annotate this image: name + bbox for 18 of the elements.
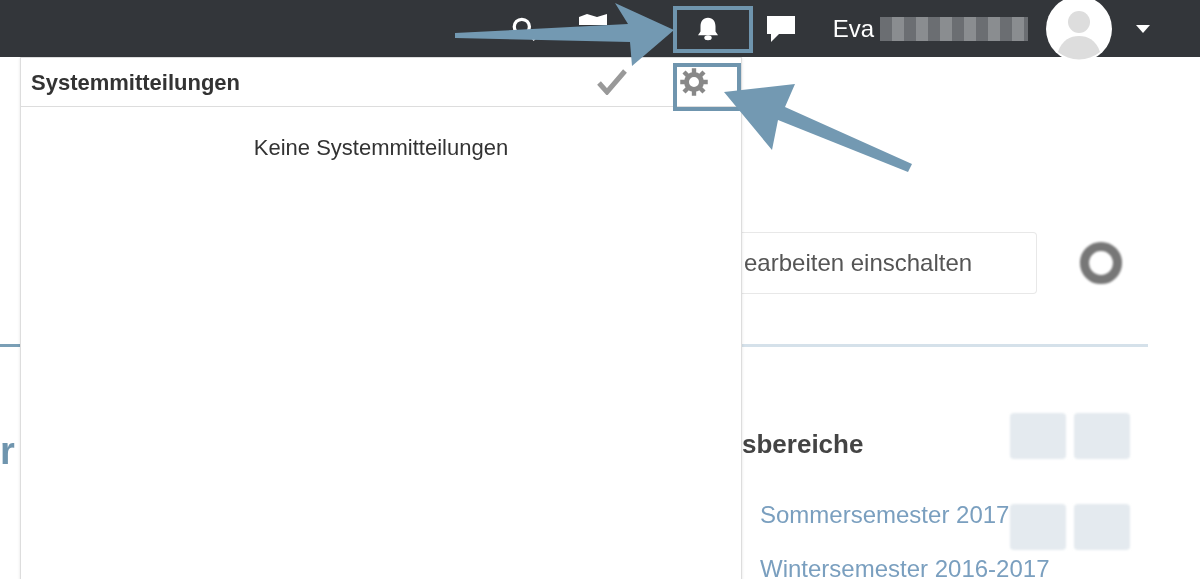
panel-title: Systemmitteilungen [31,68,241,97]
empty-message: Keine Systemmitteilungen [253,134,509,162]
tile-placeholder [1010,504,1066,550]
map-icon[interactable] [576,13,609,25]
gear-icon[interactable] [1079,241,1123,285]
section-heading: sbereiche [742,428,864,461]
user-name[interactable]: Eva [832,10,874,47]
settings-icon[interactable] [679,67,709,97]
message-icon[interactable] [764,13,797,44]
caret-icon[interactable] [1136,24,1150,33]
tile-placeholder [1074,413,1130,459]
left-heading: r [0,432,15,470]
highlight-frame [673,63,741,111]
checkmark-icon[interactable] [597,69,627,95]
edit-mode-button[interactable]: earbeiten einschalten [742,232,1037,294]
avatar-icon[interactable] [1046,0,1112,62]
tile-placeholder [1010,413,1066,459]
tile-placeholder [1074,504,1130,550]
